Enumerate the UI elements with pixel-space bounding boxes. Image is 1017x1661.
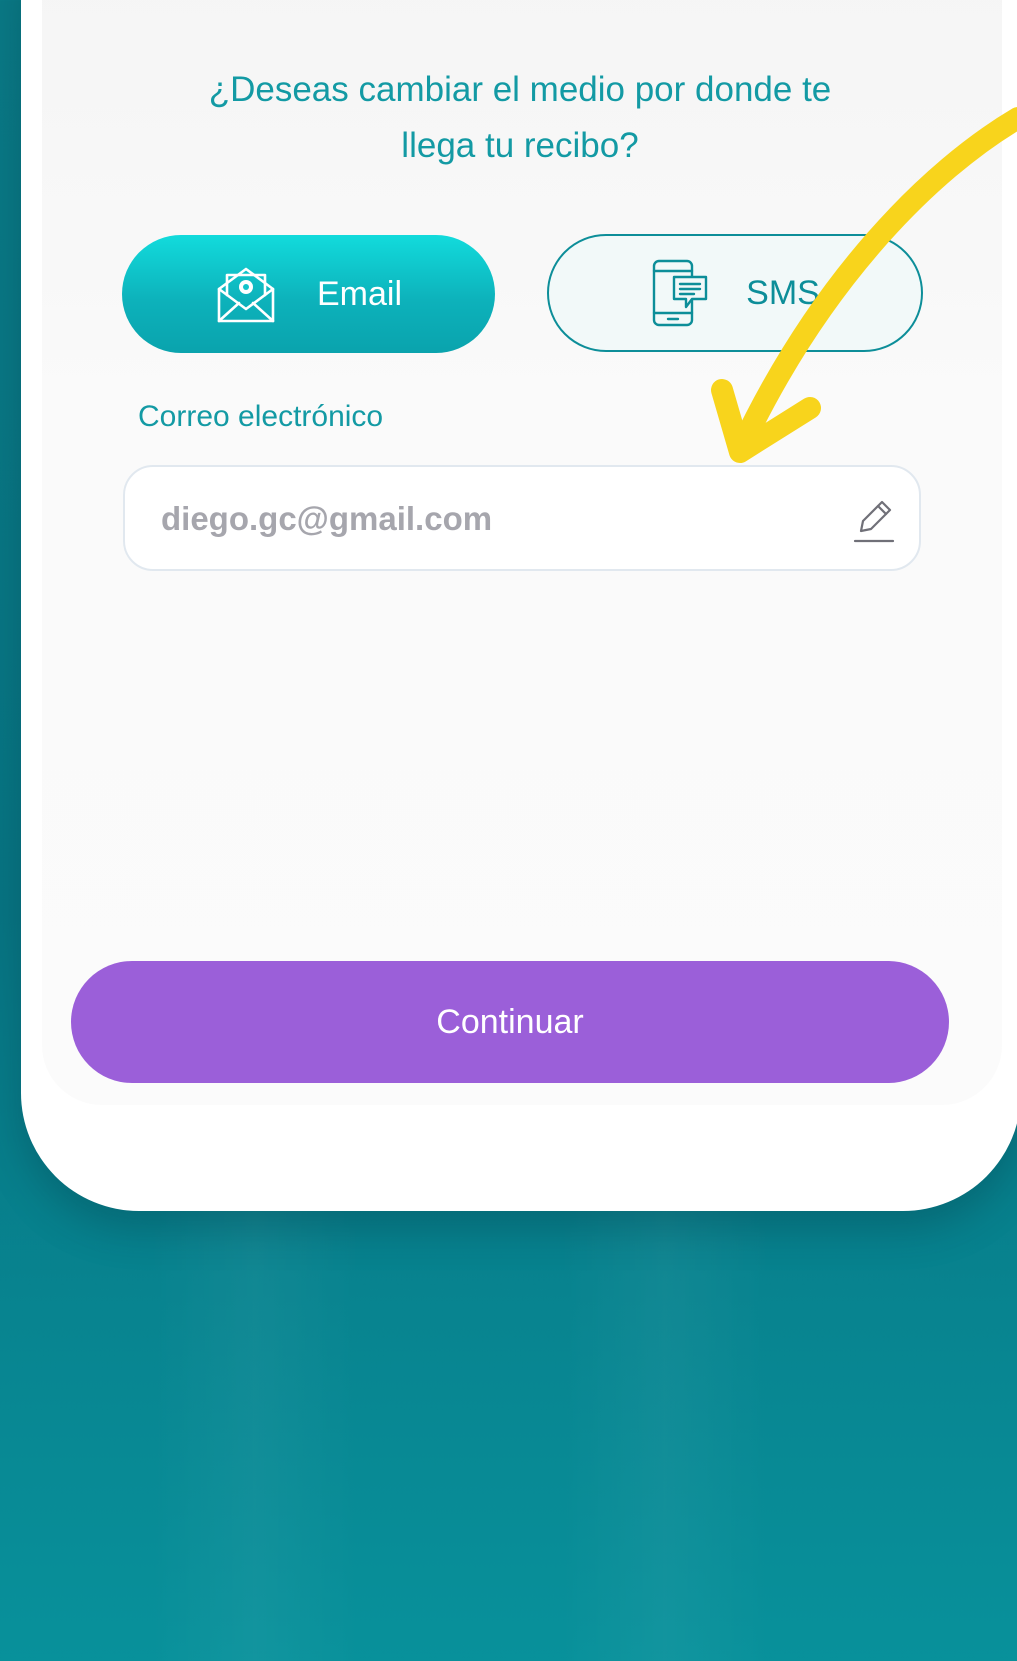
question-line-1: ¿Deseas cambiar el medio por donde te — [208, 70, 832, 109]
sms-option-button[interactable]: SMS — [547, 234, 923, 352]
email-field-label: Correo electrónico — [138, 400, 384, 433]
email-field[interactable] — [159, 467, 843, 571]
continue-button[interactable]: Continuar — [71, 961, 949, 1083]
phone-message-icon — [650, 259, 710, 327]
page-question: ¿Deseas cambiar el medio por donde te ll… — [180, 62, 860, 174]
question-line-2: llega tu recibo? — [401, 126, 639, 165]
pencil-icon[interactable] — [853, 497, 895, 548]
email-option-button[interactable]: Email — [122, 235, 495, 353]
envelope-at-icon — [215, 263, 277, 325]
email-option-label: Email — [316, 274, 403, 313]
sms-option-label: SMS — [746, 273, 820, 312]
continue-button-label: Continuar — [436, 1002, 584, 1041]
email-field-container — [123, 465, 921, 571]
